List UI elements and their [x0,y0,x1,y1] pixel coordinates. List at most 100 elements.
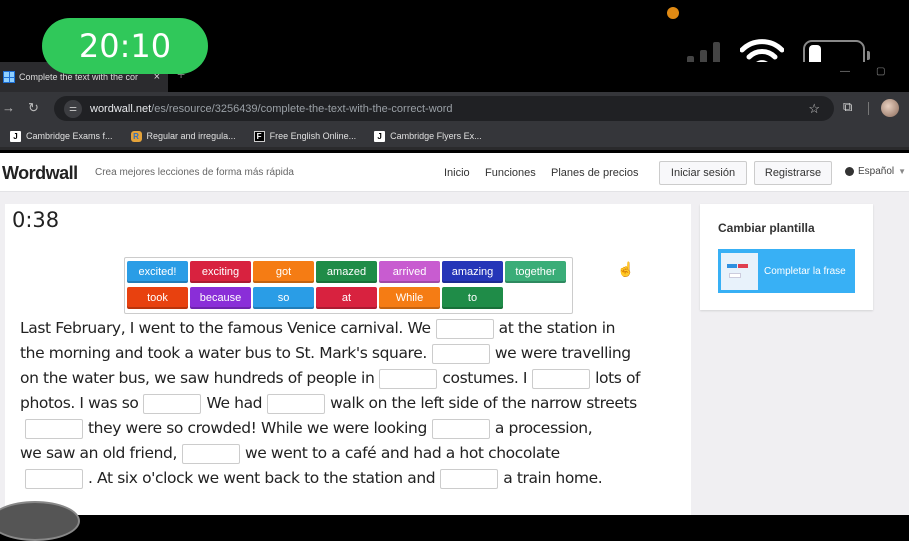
template-label: Completar la frase [764,265,846,277]
site-header: Wordwall Crea mejores lecciones de forma… [0,153,909,192]
bookmark-favicon-icon: J [10,130,21,142]
passage-segment: we saw an old friend, [20,444,177,462]
bookmark-favicon-icon: J [374,130,386,142]
url-host: wordwall.net [90,102,152,115]
passage-segment: on the water bus, we saw hundreds of peo… [20,369,375,387]
hand-cursor-icon: ☝ [617,261,635,277]
answer-blank[interactable] [532,368,591,389]
tagline: Crea mejores lecciones de forma más rápi… [95,167,294,178]
forward-icon[interactable]: → [2,100,15,115]
passage-text: Last February, I went to the famous Veni… [20,316,690,491]
passage-line: Last February, I went to the famous Veni… [20,316,690,341]
login-button[interactable]: Iniciar sesión [659,161,747,185]
answer-blank[interactable] [431,418,490,439]
bookmark-label: Cambridge Flyers Ex... [390,131,482,141]
passage-line: photos. I was so We had walk on the left s… [20,391,690,416]
passage-segment: lots of [595,369,641,387]
wordwall-favicon-icon [3,71,15,83]
passage-line: the morning and took a water bus to St. … [20,341,690,366]
caret-down-icon: ▼ [898,167,907,176]
answer-blank[interactable] [25,468,83,489]
url-path: /es/resource/3256439/complete-the-text-w… [151,102,453,115]
browser-toolbar: → ↻ ⚌ wordwall.net/es/resource/3256439/c… [0,92,909,125]
answer-blank[interactable] [181,443,240,464]
minimize-icon[interactable]: — [840,66,850,77]
bookmark-star-icon[interactable]: ☆ [808,101,820,117]
bookmark-item[interactable]: R Regular and irregula... [130,130,236,142]
word-bank: excited! exciting got amazed arrived amazing t… [124,257,573,314]
word-tile[interactable]: at [316,287,377,309]
bookmark-label: Regular and irregula... [146,131,236,141]
passage-line: . At six o'clock we went back to the sta… [20,466,690,491]
template-thumbnail-icon [721,252,758,290]
floating-bubble[interactable] [0,501,80,541]
passage-segment: walk on the left side of the narrow stre… [330,394,637,412]
bookmark-item[interactable]: J Cambridge Flyers Ex... [374,130,482,142]
bookmark-favicon-icon: F [253,130,265,142]
word-tile[interactable]: amazing [442,261,503,283]
passage-segment: at the station in [498,319,616,337]
bookmark-item[interactable]: J Cambridge Exams f... [10,130,113,142]
nav-link-planes[interactable]: Planes de precios [551,167,638,179]
passage-segment: a procession, [494,419,593,437]
profile-avatar[interactable] [881,99,899,117]
passage-segment: costumes. I [442,369,528,387]
passage-segment: We had [206,394,263,412]
bookmark-label: Cambridge Exams f... [26,131,113,141]
language-selector[interactable]: Español ▼ [845,166,906,177]
wordwall-logo[interactable]: Wordwall [2,163,78,184]
answer-blank[interactable] [435,318,494,339]
answer-blank[interactable] [440,468,499,489]
nav-link-inicio[interactable]: Inicio [444,167,470,179]
bookmark-item[interactable]: F Free English Online... [253,130,357,142]
bookmark-favicon-icon: R [130,130,142,142]
recording-indicator-icon [667,7,679,19]
change-template-card: Cambiar plantilla Completar la frase [700,204,873,310]
nav-link-funciones[interactable]: Funciones [485,167,536,179]
globe-icon [845,167,854,176]
site-settings-icon[interactable]: ⚌ [64,99,82,118]
word-tile[interactable]: While [379,287,440,309]
word-tile[interactable]: together [505,261,566,283]
answer-blank[interactable] [25,418,83,439]
timer: 0:38 [12,208,60,232]
passage-segment: the morning and took a water bus to St. … [20,344,427,362]
reload-icon[interactable]: ↻ [28,100,39,116]
passage-line: on the water bus, we saw hundreds of peo… [20,366,690,391]
word-tile[interactable]: exciting [190,261,251,283]
passage-segment: they were so crowded! While we were look… [88,419,427,437]
passage-segment: we went to a café and had a hot chocolat… [244,444,560,462]
answer-blank[interactable] [431,343,490,364]
passage-line: they were so crowded! While we were look… [20,416,690,441]
word-tile[interactable]: arrived [379,261,440,283]
word-tile[interactable]: to [442,287,503,309]
register-button[interactable]: Registrarse [754,161,832,185]
page-content: Wordwall Crea mejores lecciones de forma… [0,153,909,541]
template-option-complete-sentence[interactable]: Completar la frase [718,249,855,293]
word-tile[interactable]: took [127,287,188,309]
passage-segment: a train home. [503,469,603,487]
word-tile[interactable]: excited! [127,261,188,283]
answer-blank[interactable] [379,368,438,389]
device-status-bar: 20:10 [0,0,909,74]
restore-icon[interactable]: ▢ [876,66,885,77]
word-tile[interactable]: amazed [316,261,377,283]
word-tile[interactable]: so [253,287,314,309]
passage-segment: . At six o'clock we went back to the sta… [88,469,436,487]
word-tile[interactable]: got [253,261,314,283]
answer-blank[interactable] [267,393,326,414]
passage-segment: we were travelling [494,344,631,362]
bookmark-label: Free English Online... [269,131,357,141]
passage-line: we saw an old friend, we went to a café a… [20,441,690,466]
activity-panel: 0:38 excited! exciting got amazed arrived ama… [5,204,691,515]
answer-blank[interactable] [143,393,202,414]
language-label: Español [858,166,895,177]
toolbar-divider [868,102,869,115]
passage-segment: photos. I was so [20,394,139,412]
bookmarks-bar: J Cambridge Exams f... R Regular and irr… [0,125,909,150]
change-template-title: Cambiar plantilla [718,221,815,235]
address-bar[interactable]: ⚌ wordwall.net/es/resource/3256439/compl… [54,96,834,121]
passage-segment: Last February, I went to the famous Veni… [20,319,431,337]
extensions-icon[interactable]: ⧉ [843,99,852,115]
word-tile[interactable]: because [190,287,251,309]
